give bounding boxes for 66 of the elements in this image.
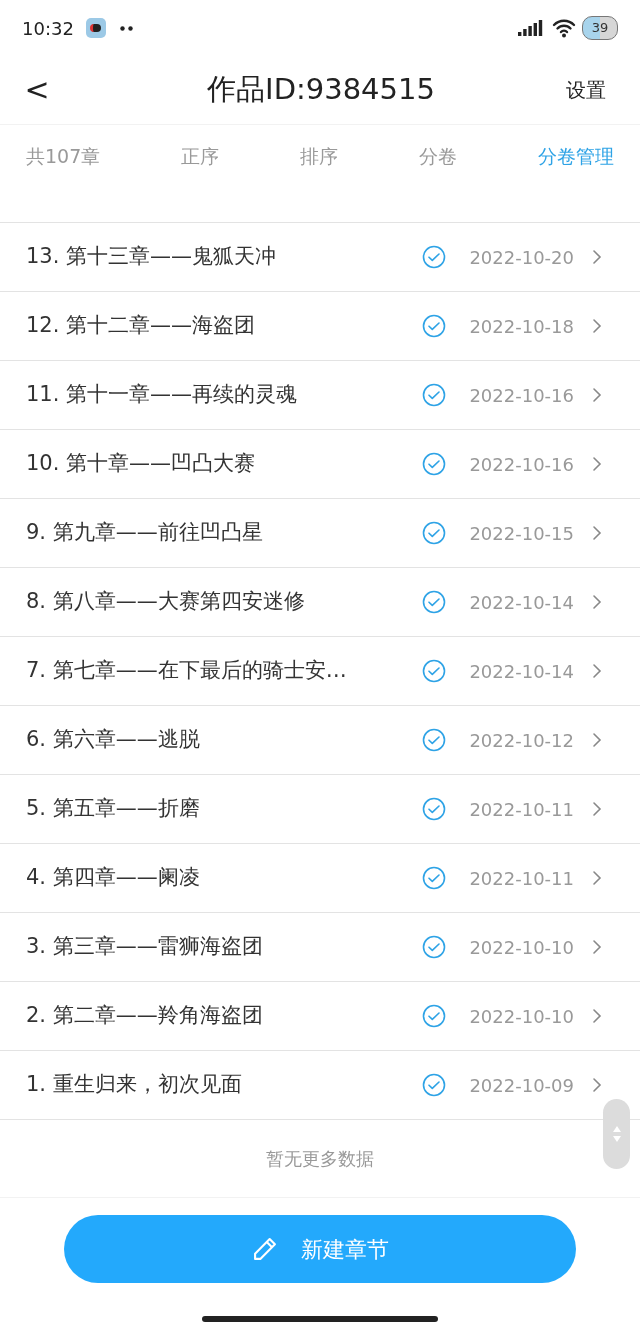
page-title: 作品ID:9384515 <box>207 71 435 109</box>
chapter-date: 2022-10-10 <box>469 1004 574 1029</box>
chevron-right-icon <box>592 939 602 955</box>
chevron-right-icon <box>592 456 602 472</box>
signal-icon <box>518 20 544 36</box>
status-time: 10:32 <box>22 16 74 41</box>
chevron-right-icon <box>592 387 602 403</box>
chapter-title: 8. 第八章——大赛第四安迷修 <box>26 588 306 616</box>
check-circle-icon <box>422 245 447 269</box>
no-more-data-text: 暂无更多数据 <box>266 1147 374 1171</box>
check-circle-icon <box>422 452 447 476</box>
chapter-title: 1. 重生归来，初次见面 <box>26 1071 243 1099</box>
pencil-icon <box>251 1235 279 1263</box>
chapter-date: 2022-10-11 <box>469 866 574 891</box>
check-circle-icon <box>422 866 447 890</box>
chevron-right-icon <box>592 1008 602 1024</box>
settings-button[interactable]: 设置 <box>566 75 606 105</box>
chapter-date: 2022-10-09 <box>469 1073 574 1098</box>
chevron-right-icon <box>592 1077 602 1093</box>
chapter-date: 2022-10-15 <box>469 521 574 546</box>
chevron-right-icon <box>592 663 602 679</box>
check-circle-icon <box>422 659 447 683</box>
chevron-right-icon <box>592 732 602 748</box>
back-button[interactable]: < <box>22 75 52 105</box>
chapter-date: 2022-10-18 <box>469 314 574 339</box>
chapter-date: 2022-10-12 <box>469 728 574 753</box>
chapter-title: 13. 第十三章——鬼狐天冲 <box>26 243 278 271</box>
chevron-right-icon <box>592 525 602 541</box>
scroll-handle[interactable] <box>603 1099 630 1169</box>
check-circle-icon <box>422 935 447 959</box>
chapter-date: 2022-10-14 <box>469 590 574 615</box>
chapter-date: 2022-10-20 <box>469 245 574 270</box>
chapter-title: 4. 第四章——阑凌 <box>26 864 201 892</box>
chapter-date: 2022-10-11 <box>469 797 574 822</box>
chapter-count: 共107章 <box>26 144 101 170</box>
chapter-date: 2022-10-14 <box>469 659 574 684</box>
chapter-date: 2022-10-16 <box>469 452 574 477</box>
chapter-title: 9. 第九章——前往凹凸星 <box>26 519 264 547</box>
chapter-title: 10. 第十章——凹凸大赛 <box>26 450 257 478</box>
check-circle-icon <box>422 590 447 614</box>
chapter-title: 3. 第三章——雷狮海盗团 <box>26 933 264 961</box>
chevron-right-icon <box>592 870 602 886</box>
chevron-right-icon <box>592 249 602 265</box>
chevron-right-icon <box>592 801 602 817</box>
chapter-title: 2. 第二章——羚角海盗团 <box>26 1002 264 1030</box>
battery-level: 39 <box>591 19 609 38</box>
app-notification-icon <box>85 18 106 38</box>
check-circle-icon <box>422 728 447 752</box>
more-notifications-icon <box>119 25 134 31</box>
check-circle-icon <box>422 1004 447 1028</box>
chapter-title: 7. 第七章——在下最后的骑士安… <box>26 657 348 685</box>
chapter-date: 2022-10-16 <box>469 383 574 408</box>
check-circle-icon <box>422 797 447 821</box>
wifi-icon <box>552 18 576 38</box>
chapter-title: 12. 第十二章——海盗团 <box>26 312 257 340</box>
chapter-date: 2022-10-10 <box>469 935 574 960</box>
chevron-right-icon <box>592 318 602 334</box>
check-circle-icon <box>422 383 447 407</box>
chevron-right-icon <box>592 594 602 610</box>
chapter-title: 6. 第六章——逃脱 <box>26 726 201 754</box>
up-down-arrows-icon <box>611 1124 622 1144</box>
check-circle-icon <box>422 1073 447 1097</box>
chapter-title: 11. 第十一章——再续的灵魂 <box>26 381 299 409</box>
check-circle-icon <box>422 521 447 545</box>
chapter-title: 5. 第五章——折磨 <box>26 795 201 823</box>
check-circle-icon <box>422 314 447 338</box>
